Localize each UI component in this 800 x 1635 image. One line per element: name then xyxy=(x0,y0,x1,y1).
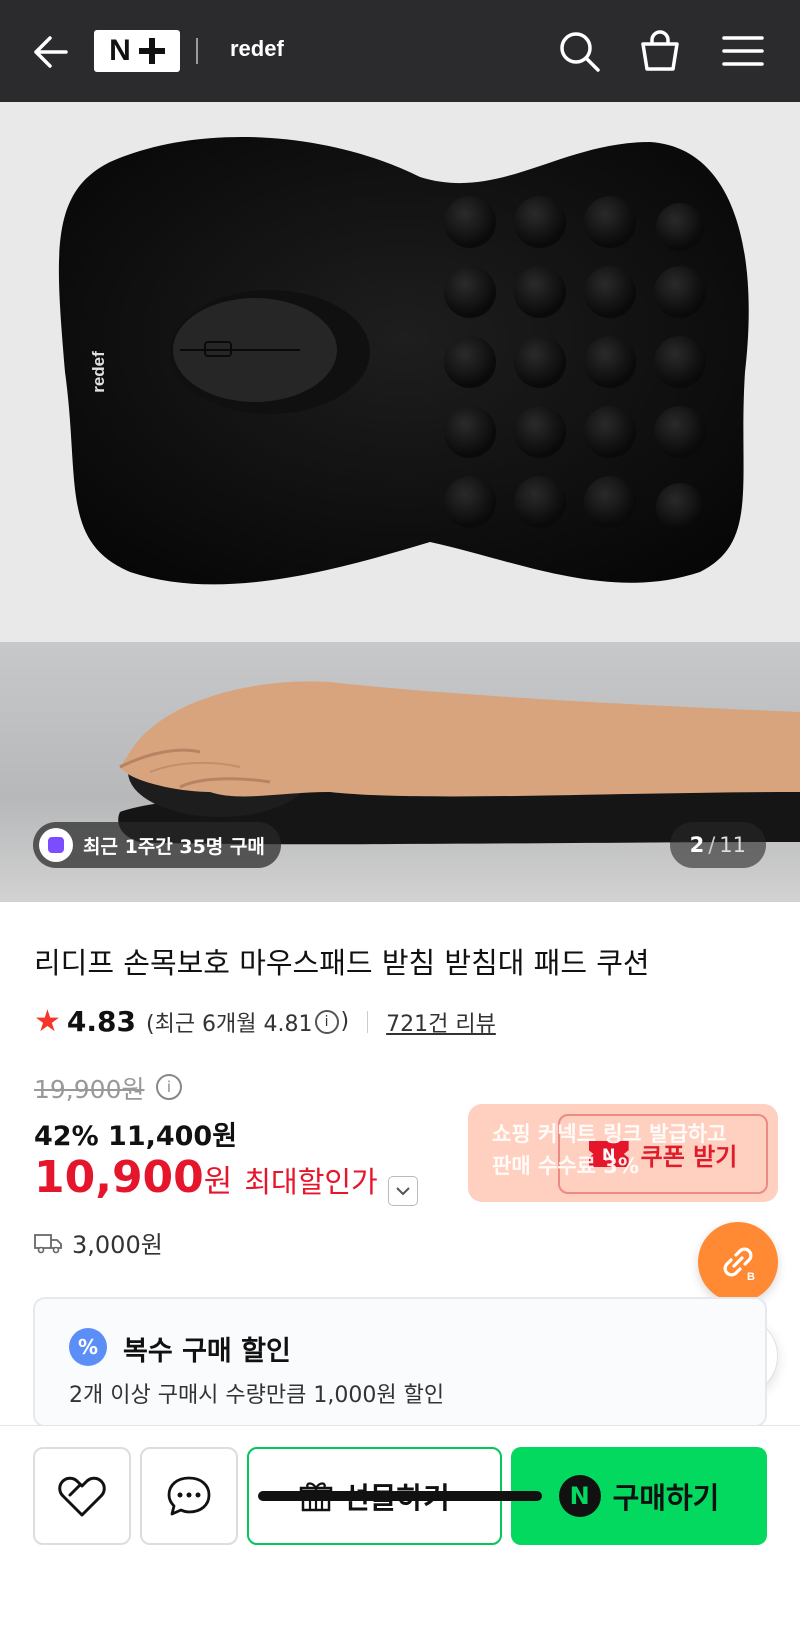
svg-text:B: B xyxy=(747,1271,755,1283)
bottom-action-bar: 선물하기 N 구매하기 xyxy=(0,1425,800,1635)
talk-talk-inquiry-button[interactable] xyxy=(140,1447,238,1545)
logo-plus-icon xyxy=(138,38,165,64)
final-price-unit: 원 xyxy=(203,1164,233,1200)
product-image-mousepad[interactable]: redef xyxy=(0,102,800,642)
discount-price: 42% 11,400원 xyxy=(34,1121,238,1152)
max-discount-label: 최대할인가 xyxy=(244,1165,378,1199)
multi-purchase-title: 복수 구매 할인 xyxy=(123,1336,291,1367)
link-icon: B xyxy=(723,1247,755,1283)
search-icon[interactable] xyxy=(556,28,602,74)
page-separator: / xyxy=(708,833,716,857)
header-divider xyxy=(196,38,198,64)
max-discount-price: 10,900 원 최대할인가 xyxy=(34,1152,418,1206)
mousepad-illustration: redef xyxy=(58,136,749,585)
top-navigation-bar: N redef xyxy=(0,0,800,102)
naver-plus-logo[interactable]: N xyxy=(94,30,180,72)
recent-purchase-badge: 최근 1주간 35명 구매 xyxy=(33,822,281,868)
review-count-link[interactable]: 721건 리뷰 xyxy=(386,1006,496,1038)
image-page-counter: 2 / 11 xyxy=(669,822,766,868)
multi-purchase-discount-card[interactable]: % 복수 구매 할인 2개 이상 구매시 수량만큼 1,000원 할인 xyxy=(33,1297,767,1427)
recent-rating-close: ) xyxy=(340,1009,350,1034)
star-icon: ★ xyxy=(34,1004,61,1039)
back-arrow-icon[interactable] xyxy=(28,32,70,72)
chat-bubble-icon xyxy=(167,1476,211,1516)
shipping-fee: 3,000원 xyxy=(72,1231,163,1259)
logo-n: N xyxy=(109,34,131,67)
naver-pay-n-icon: N xyxy=(558,1475,601,1517)
final-price-amount: 10,900 xyxy=(34,1152,204,1203)
coupon-area: N 쿠폰 받기 쇼핑 커넥트 링크 발급하고 판매 수수료 3% xyxy=(468,1104,778,1202)
buy-now-button[interactable]: N 구매하기 xyxy=(511,1447,767,1545)
rating-score: 4.83 xyxy=(66,1005,136,1038)
multi-purchase-description: 2개 이상 구매시 수량만큼 1,000원 할인 xyxy=(69,1383,445,1408)
shopping-bag-badge-icon xyxy=(39,828,73,862)
recent-purchase-text: 최근 1주간 35명 구매 xyxy=(83,835,265,858)
wishlist-button[interactable] xyxy=(33,1447,131,1545)
shopping-connect-tooltip: 쇼핑 커넥트 링크 발급하고 판매 수수료 3% xyxy=(492,1118,726,1182)
info-icon[interactable]: i xyxy=(314,1009,339,1034)
tooltip-line-1: 쇼핑 커넥트 링크 발급하고 xyxy=(492,1122,727,1146)
percent-badge-icon: % xyxy=(69,1328,107,1366)
home-indicator xyxy=(258,1491,542,1501)
current-image-index: 2 xyxy=(689,833,705,857)
menu-icon[interactable] xyxy=(720,28,766,74)
original-price: 19,900원 xyxy=(34,1075,145,1104)
store-name[interactable]: redef xyxy=(230,36,284,62)
rating-divider xyxy=(367,1010,369,1033)
price-info-icon[interactable]: i xyxy=(156,1074,182,1100)
delivery-truck-icon xyxy=(34,1233,62,1253)
total-image-count: 11 xyxy=(719,833,746,857)
shopping-connect-link-button[interactable]: B xyxy=(698,1222,778,1302)
pad-brand-imprint: redef xyxy=(89,351,108,393)
tooltip-line-2: 판매 수수료 3% xyxy=(492,1154,639,1178)
heart-icon xyxy=(58,1476,106,1517)
shipping-info: 3,000원 xyxy=(34,1225,163,1260)
product-title: 리디프 손목보호 마우스패드 받침 받침대 패드 쿠션 xyxy=(34,946,650,980)
chevron-down-icon[interactable] xyxy=(387,1176,418,1206)
buy-button-label: 구매하기 xyxy=(612,1481,720,1515)
rating-row: ★ 4.83 (최근 6개월 4.81 i ) 721건 리뷰 xyxy=(34,1004,496,1039)
recent-rating-text: (최근 6개월 4.81 xyxy=(146,1011,313,1037)
shopping-bag-icon[interactable] xyxy=(637,28,683,74)
